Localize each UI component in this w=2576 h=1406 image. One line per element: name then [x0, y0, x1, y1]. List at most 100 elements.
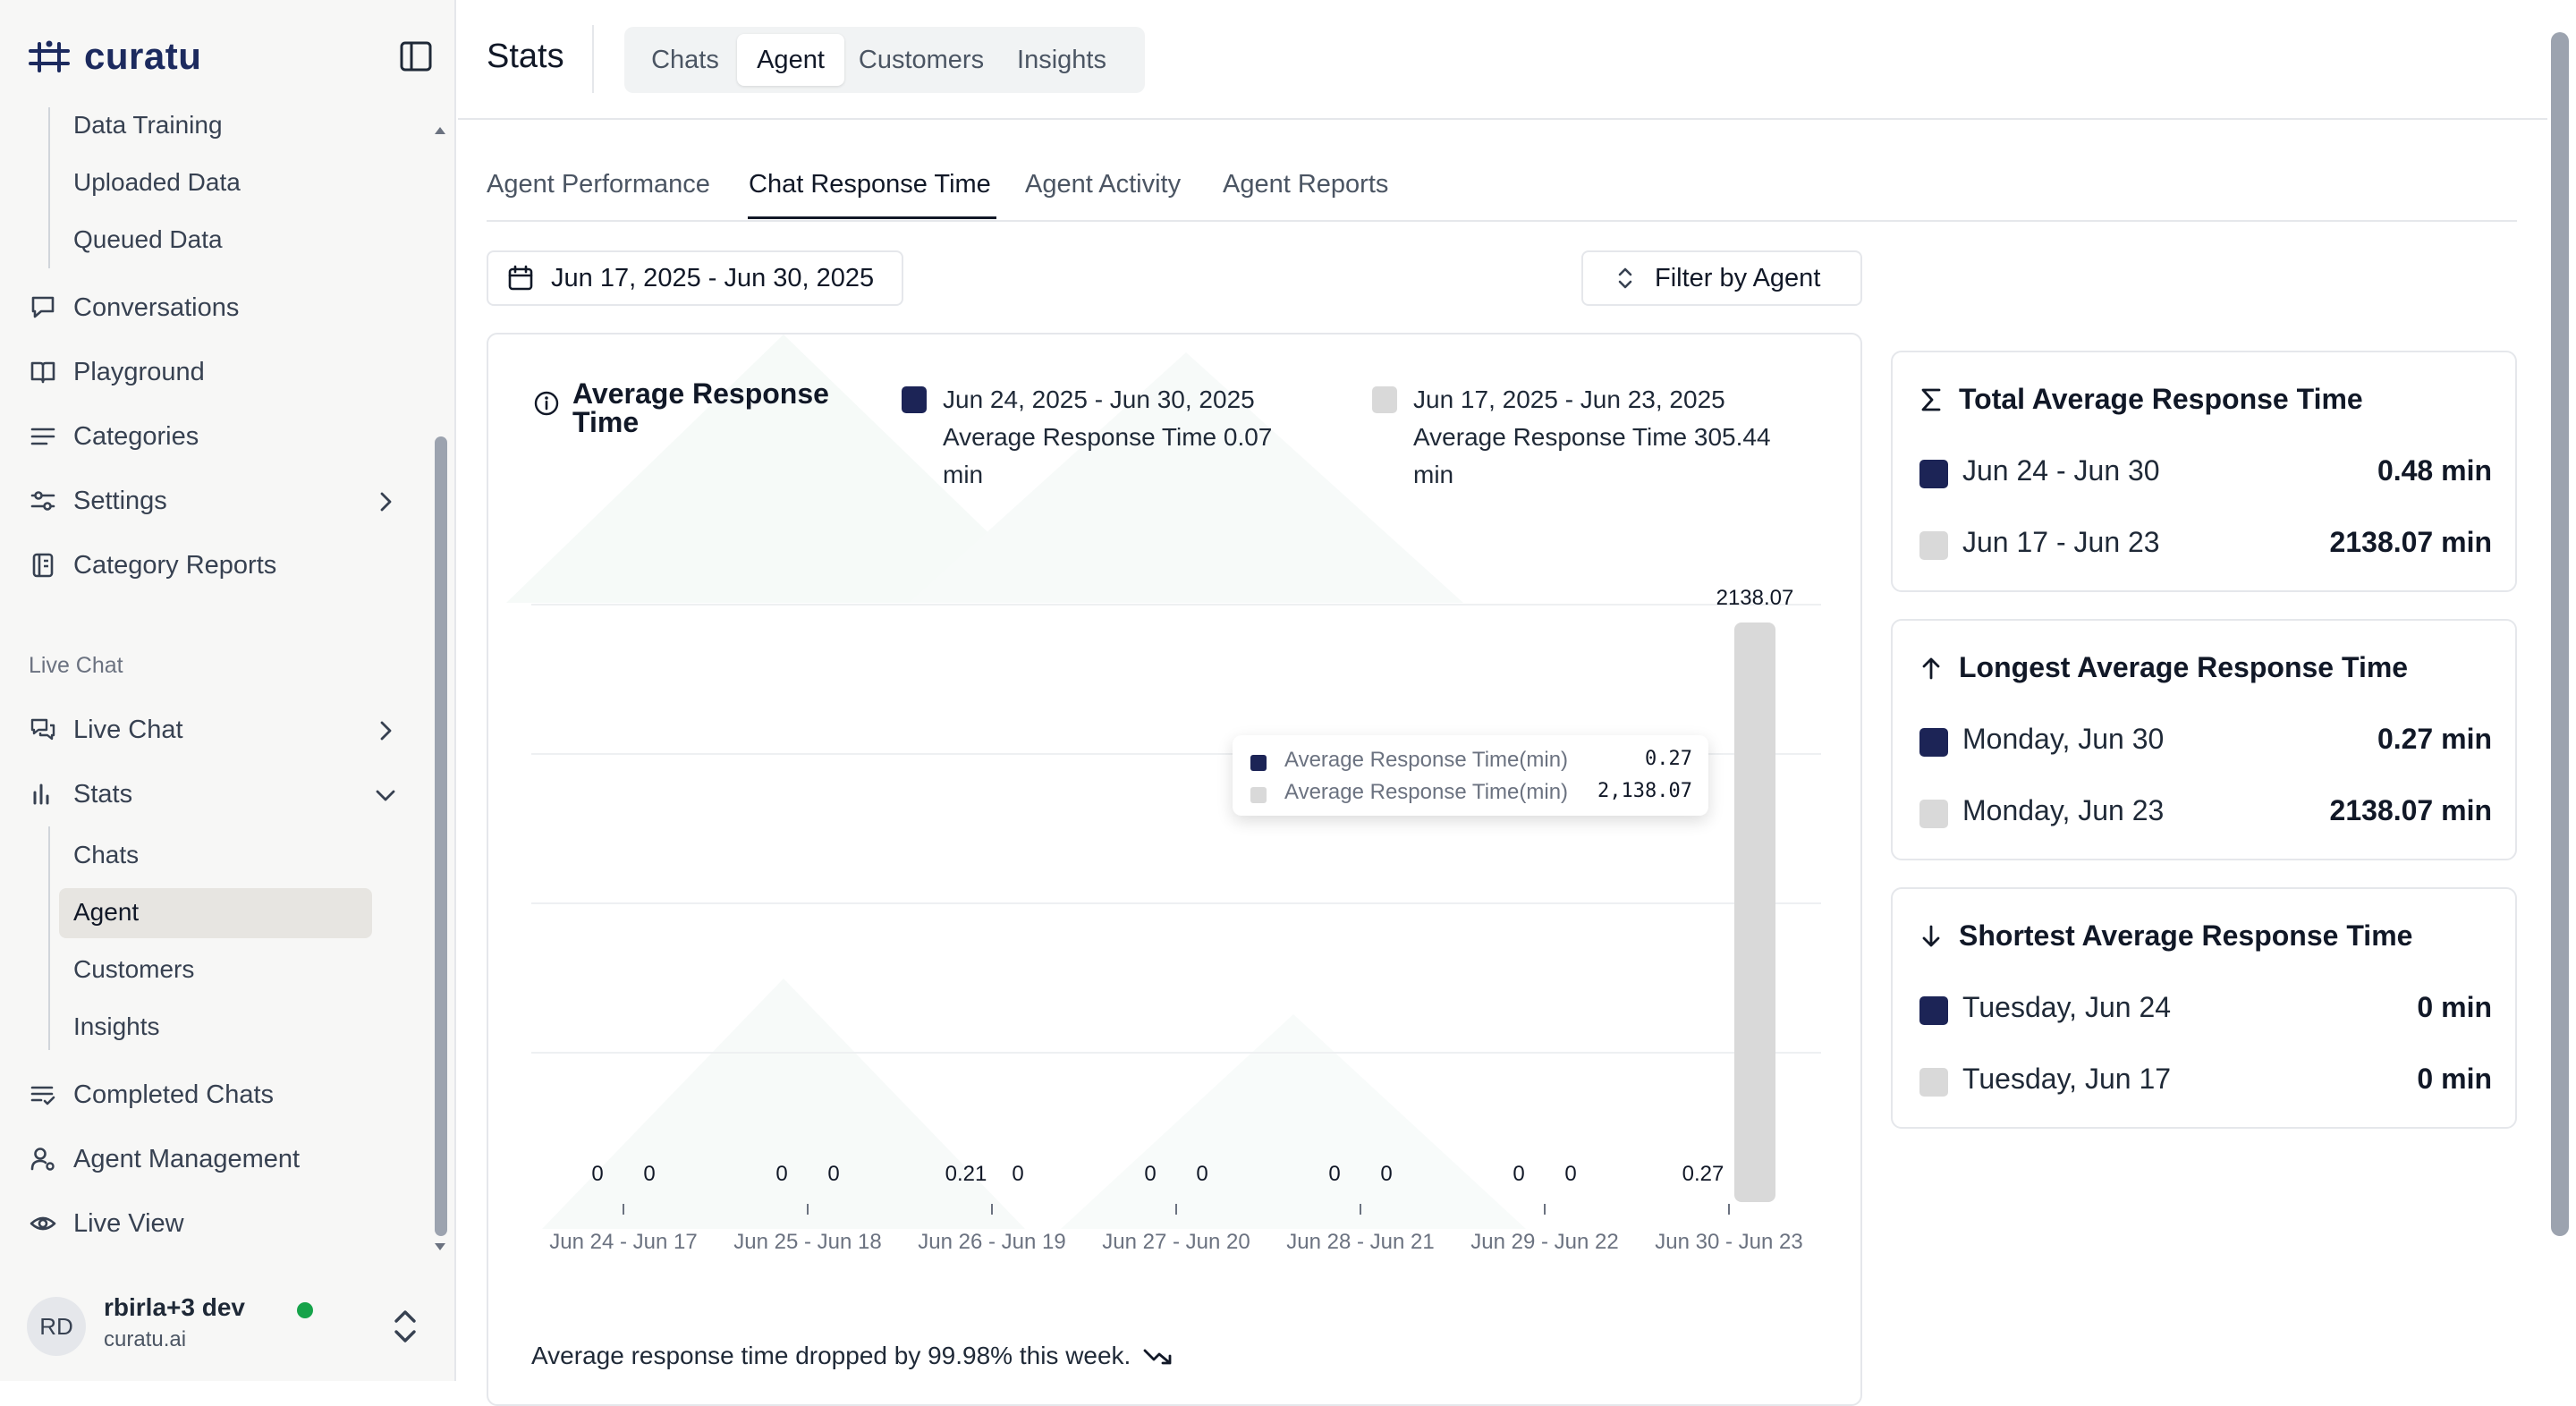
tooltip-swatch — [1250, 755, 1267, 771]
x-tick-label: Jun 30 - Jun 23 — [1655, 1230, 1802, 1254]
user-gear-icon — [30, 1148, 55, 1171]
chart-bar[interactable] — [1734, 623, 1775, 1202]
chat-icon — [30, 718, 55, 741]
stat-value: 0.48 min — [2377, 454, 2492, 487]
subtab-agent-performance[interactable]: Agent Performance — [487, 170, 710, 199]
stat-value: 2138.07 min — [2329, 526, 2492, 558]
stat-swatch — [1919, 460, 1948, 488]
sidebar-item-queued-data[interactable]: Queued Data — [73, 225, 223, 254]
stat-card-title: Longest Average Response Time — [1959, 651, 2409, 683]
user-org: curatu.ai — [104, 1327, 187, 1351]
stat-label: Monday, Jun 23 — [1962, 794, 2165, 826]
tab-chats[interactable]: Chats — [631, 34, 739, 86]
tab-customers[interactable]: Customers — [848, 34, 995, 86]
sidebar-scrollbar-thumb[interactable] — [435, 436, 447, 1236]
subtab-agent-activity[interactable]: Agent Activity — [1025, 170, 1181, 199]
page-scrollbar[interactable] — [2551, 32, 2569, 1236]
stat-row: Monday, Jun 23 2138.07 min — [1919, 794, 2492, 830]
bar-data-label: 0 — [1328, 1162, 1340, 1186]
arrow-up-icon — [1922, 657, 1940, 679]
tooltip-row-current: Average Response Time(min) 0.27 — [1250, 748, 1692, 775]
stat-label: Tuesday, Jun 17 — [1962, 1063, 2172, 1095]
completed-list-icon — [30, 1086, 55, 1105]
sidebar-item-live-view[interactable]: Live View — [29, 1204, 184, 1243]
user-menu[interactable]: RD rbirla+3 dev curatu.ai — [27, 1293, 438, 1356]
sliders-icon — [30, 491, 55, 511]
x-tick-label: Jun 28 - Jun 21 — [1286, 1230, 1434, 1254]
date-range-picker[interactable]: Jun 17, 2025 - Jun 30, 2025 — [487, 250, 903, 306]
sidebar-item-agent-management[interactable]: Agent Management — [29, 1139, 300, 1179]
sidebar-item-live-chat[interactable]: Live Chat — [29, 710, 183, 750]
stat-row: Jun 24 - Jun 30 0.48 min — [1919, 454, 2492, 490]
sidebar-item-label: Stats — [73, 779, 133, 809]
stat-card-shortest: Shortest Average Response Time Tuesday, … — [1891, 887, 2517, 1129]
calendar-icon — [508, 265, 533, 291]
header-divider — [592, 25, 594, 93]
curatu-logo-icon — [29, 40, 70, 72]
chevron-down-icon[interactable] — [370, 780, 401, 810]
sidebar-item-playground[interactable]: Playground — [29, 352, 205, 392]
page-title: Stats — [487, 38, 564, 75]
date-range-text: Jun 17, 2025 - Jun 30, 2025 — [551, 263, 875, 292]
sidebar-item-label: Playground — [73, 357, 205, 386]
bar-chart[interactable]: 0 0 Jun 24 - Jun 17 0 0 Jun 25 - Jun 18 0.21 0 J… — [488, 335, 1862, 1318]
bar-data-label: 0 — [1012, 1162, 1023, 1186]
filter-label: Filter by Agent — [1655, 263, 1821, 292]
stat-row: Tuesday, Jun 17 0 min — [1919, 1063, 2492, 1098]
tab-insights[interactable]: Insights — [998, 34, 1125, 86]
sidebar-item-agent[interactable]: Agent — [73, 898, 139, 927]
top-tabs: Chats Agent Customers Insights — [624, 27, 1145, 93]
chevron-right-icon[interactable] — [370, 487, 401, 517]
stat-row: Jun 17 - Jun 23 2138.07 min — [1919, 526, 2492, 562]
stat-swatch — [1919, 728, 1948, 757]
eye-icon — [30, 1216, 56, 1231]
sidebar-item-chats[interactable]: Chats — [73, 841, 139, 869]
subtab-divider — [487, 220, 2517, 222]
stat-value: 0 min — [2417, 991, 2492, 1023]
stat-value: 2138.07 min — [2329, 794, 2492, 826]
sidebar-item-conversations[interactable]: Conversations — [29, 288, 239, 327]
stat-label: Tuesday, Jun 24 — [1962, 991, 2172, 1023]
sidebar-item-label: Live View — [73, 1208, 184, 1238]
chart-card: Average Response Time Jun 24, 2025 - Jun… — [487, 333, 1862, 1406]
sidebar-item-stats[interactable]: Stats — [29, 775, 132, 814]
stat-value: 0.27 min — [2377, 723, 2492, 755]
brand-logo[interactable]: curatu — [27, 34, 201, 79]
stat-card-title: Total Average Response Time — [1959, 383, 2363, 415]
stat-swatch — [1919, 996, 1948, 1025]
sidebar-toggle-icon[interactable] — [399, 39, 433, 73]
bar-data-label: 0 — [1564, 1162, 1576, 1186]
bar-data-label: 0 — [1380, 1162, 1392, 1186]
trend-text: Average response time dropped by 99.98% … — [531, 1342, 1131, 1369]
x-tick-label: Jun 26 - Jun 19 — [918, 1230, 1065, 1254]
sidebar-item-categories[interactable]: Categories — [29, 417, 199, 456]
sidebar-item-customers[interactable]: Customers — [73, 955, 194, 984]
bar-data-label: 0.21 — [945, 1162, 987, 1186]
sidebar-item-data-training[interactable]: Data Training — [73, 111, 223, 140]
tooltip-value: 2,138.07 — [1597, 780, 1692, 802]
tooltip-row-previous: Average Response Time(min) 2,138.07 — [1250, 780, 1692, 807]
filter-by-agent-button[interactable]: Filter by Agent — [1581, 250, 1862, 306]
bar-data-label: 0 — [1144, 1162, 1156, 1186]
sidebar-item-uploaded-data[interactable]: Uploaded Data — [73, 168, 241, 197]
submenu-line — [48, 107, 50, 268]
bar-data-label: 0 — [1196, 1162, 1208, 1186]
tab-agent[interactable]: Agent — [737, 34, 844, 86]
sidebar-item-label: Completed Chats — [73, 1080, 275, 1109]
x-tick-label: Jun 25 - Jun 18 — [733, 1230, 881, 1254]
bar-data-label: 0.27 — [1682, 1162, 1724, 1186]
submenu-line — [48, 826, 50, 1050]
book-icon — [30, 361, 55, 384]
user-name: rbirla+3 dev — [104, 1293, 245, 1321]
subtab-chat-response-time[interactable]: Chat Response Time — [749, 170, 991, 199]
sidebar-item-label: Conversations — [73, 292, 240, 322]
stat-card-title: Shortest Average Response Time — [1959, 919, 2413, 952]
sidebar-item-category-reports[interactable]: Category Reports — [29, 546, 276, 585]
stat-label: Jun 24 - Jun 30 — [1962, 454, 2160, 487]
sidebar-item-insights[interactable]: Insights — [73, 1012, 160, 1041]
subtab-agent-reports[interactable]: Agent Reports — [1223, 170, 1388, 199]
sidebar-item-settings[interactable]: Settings — [29, 481, 167, 521]
chevron-right-icon[interactable] — [370, 716, 401, 746]
sidebar-item-completed-chats[interactable]: Completed Chats — [29, 1075, 274, 1114]
chevrons-up-down-icon[interactable] — [385, 1304, 426, 1349]
